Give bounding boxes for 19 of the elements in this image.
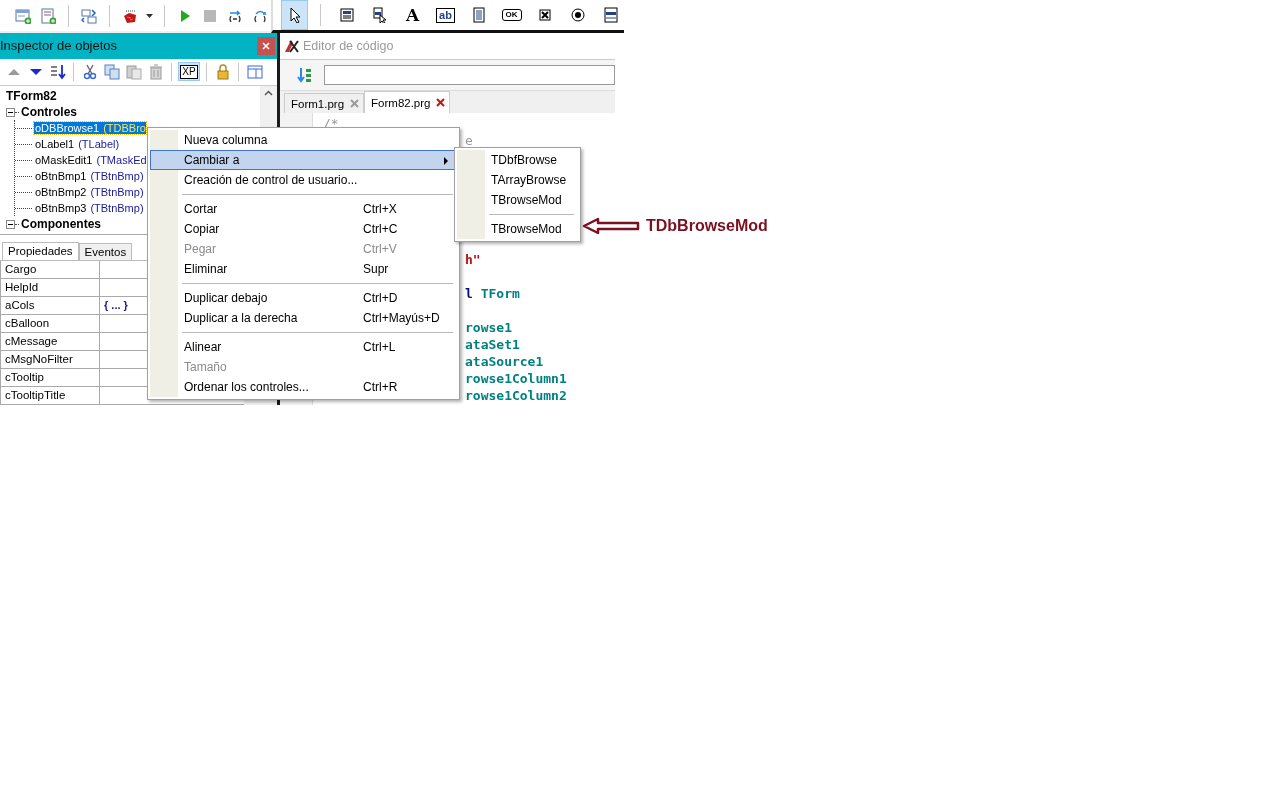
- panel-title: Inspector de objetos: [0, 38, 118, 54]
- property-name: Cargo: [0, 261, 100, 279]
- code-line: rowse1Column1: [465, 371, 567, 386]
- code-line: e: [465, 133, 473, 148]
- code-line: h": [465, 252, 481, 267]
- property-name: cBalloon: [0, 315, 100, 333]
- code-line: ataSet1: [465, 337, 520, 352]
- code-line: l TForm: [465, 286, 520, 301]
- property-name: cTooltipTitle: [0, 387, 100, 405]
- property-name: cMessage: [0, 333, 100, 351]
- property-name: cMsgNoFilter: [0, 351, 100, 369]
- property-name: cTooltip: [0, 369, 100, 387]
- annotation-label: TDbBrowseMod: [646, 217, 768, 235]
- code-line: ataSource1: [465, 354, 544, 369]
- panel-title: Editor de código: [303, 39, 394, 53]
- code-line: rowse1Column2: [465, 388, 567, 403]
- code-line: rowse1: [465, 320, 512, 335]
- property-name: HelpId: [0, 279, 100, 297]
- property-name: aCols: [0, 297, 100, 315]
